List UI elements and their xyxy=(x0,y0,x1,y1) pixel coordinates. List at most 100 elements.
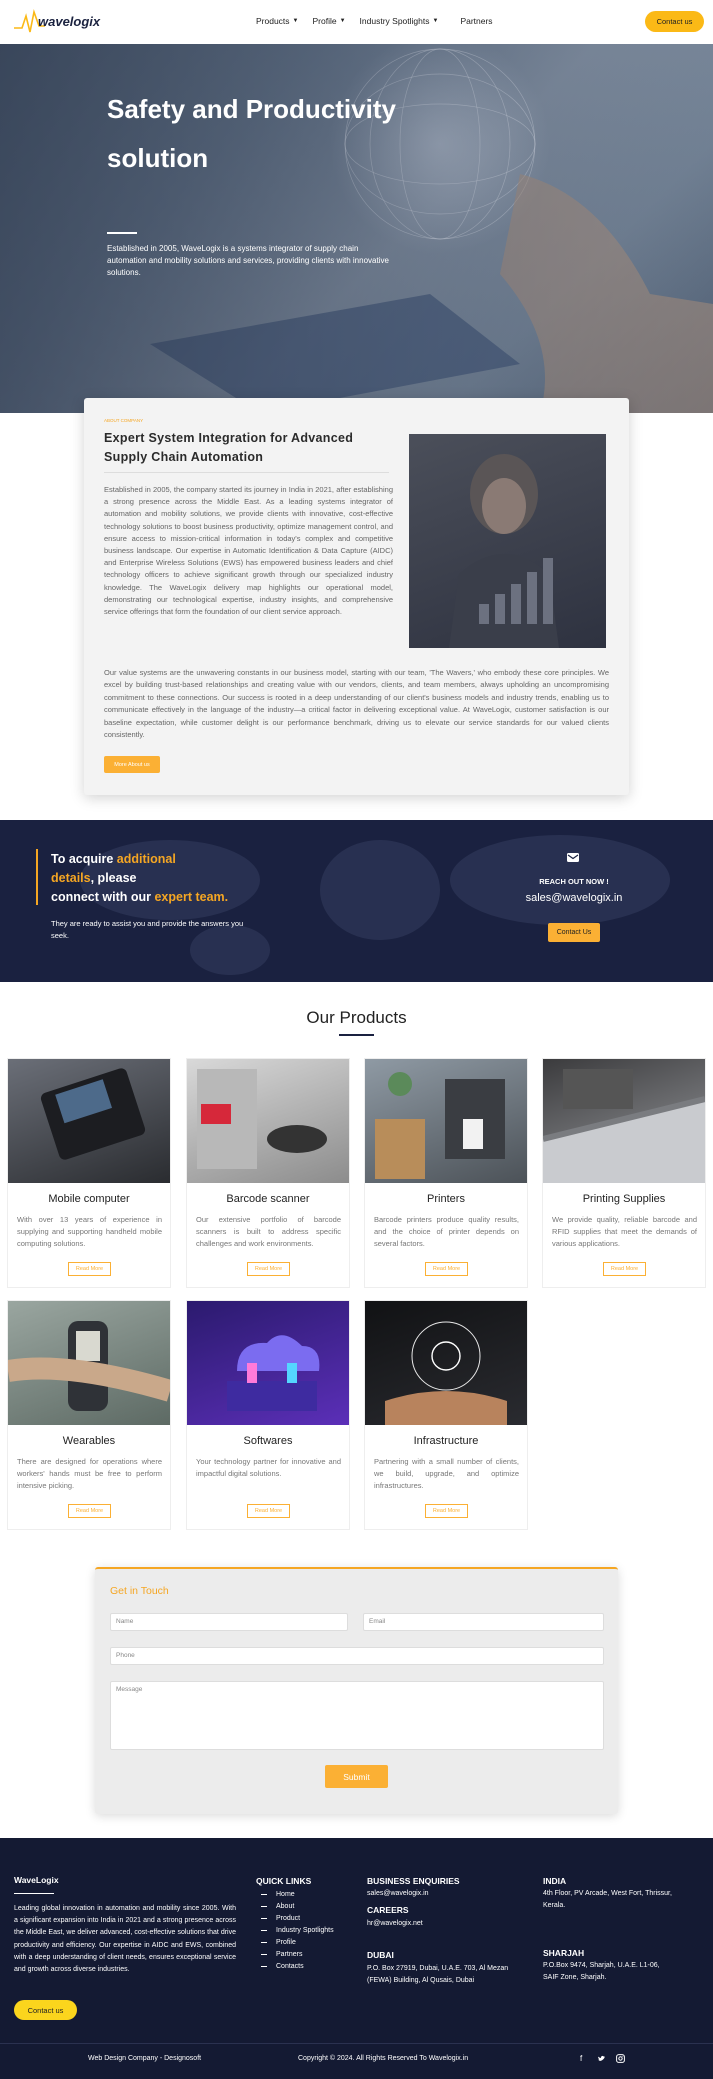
dash-icon xyxy=(261,1905,267,1908)
quick-link-label: Partners xyxy=(276,1951,303,1958)
facebook-icon[interactable]: f xyxy=(580,2054,582,2063)
phone-input[interactable]: Phone xyxy=(110,1647,604,1665)
email-input[interactable]: Email xyxy=(363,1613,604,1631)
about-title: Expert System Integration for Advanced S… xyxy=(104,431,354,464)
quick-link-profile[interactable]: Profile xyxy=(261,1939,296,1946)
sharjah-title: SHARJAH xyxy=(543,1948,585,1958)
cta-text-part: , please xyxy=(90,871,137,885)
sales-email-link[interactable]: sales@wavelogix.in xyxy=(500,892,648,904)
dash-icon xyxy=(261,1917,267,1920)
product-title: Wearables xyxy=(62,1435,116,1447)
nav-industry-label: Industry Spotlights xyxy=(359,16,430,26)
product-image xyxy=(543,1059,705,1183)
careers-title: CAREERS xyxy=(367,1905,409,1915)
business-enquiries-title: BUSINESS ENQUIRIES xyxy=(367,1876,460,1886)
about-tag: ABOUT COMPANY xyxy=(104,418,144,423)
footer-about: Leading global innovation in automation … xyxy=(14,1905,236,1974)
quick-link-label: Profile xyxy=(276,1939,296,1946)
read-more-button[interactable]: Read More xyxy=(68,1262,111,1276)
product-title: Printing Supplies xyxy=(582,1193,666,1205)
nav-partners[interactable]: Partners xyxy=(460,16,492,26)
dubai-title: DUBAI xyxy=(367,1950,394,1960)
read-more-button[interactable]: Read More xyxy=(603,1262,646,1276)
dubai-address: P.O. Box 27919, Dubai, U.A.E. 703, Al Me… xyxy=(367,1965,509,1984)
product-desc: We provide quality, reliable barcode and… xyxy=(552,1215,697,1249)
name-input[interactable]: Name xyxy=(110,1613,348,1631)
india-title: INDIA xyxy=(543,1876,567,1886)
more-about-button[interactable]: More About us xyxy=(104,756,160,773)
product-card-softwares[interactable]: Softwares Your technology partner for in… xyxy=(186,1300,350,1530)
product-desc: There are designed for operations where … xyxy=(17,1457,162,1491)
nav-profile[interactable]: Profile ▼ xyxy=(313,16,346,26)
cta-text-part: To acquire xyxy=(51,852,117,866)
message-textarea[interactable]: Message xyxy=(110,1681,604,1750)
designer-credit-link[interactable]: Web Design Company - Designosoft xyxy=(88,2055,201,2062)
about-paragraph-1: Established in 2005, the company started… xyxy=(104,485,393,617)
quick-link-about[interactable]: About xyxy=(261,1903,294,1910)
careers-email-link[interactable]: hr@wavelogix.net xyxy=(367,1918,423,1930)
quick-link-partners[interactable]: Partners xyxy=(261,1951,302,1958)
quick-link-label: Industry Spotlights xyxy=(276,1927,334,1934)
quick-link-label: Contacts xyxy=(276,1963,304,1970)
cta-heading: To acquire additional details, please co… xyxy=(51,850,261,907)
dash-icon xyxy=(261,1953,267,1956)
logo-text: wavelogix xyxy=(38,14,101,29)
product-desc: Partnering with a small number of client… xyxy=(374,1457,519,1491)
twitter-icon[interactable] xyxy=(597,2054,606,2065)
about-image xyxy=(409,434,606,648)
nav-partners-label: Partners xyxy=(460,16,493,26)
instagram-icon[interactable] xyxy=(616,2054,625,2065)
product-card-infrastructure[interactable]: Infrastructure Partnering with a small n… xyxy=(364,1300,528,1530)
hero-title: Safety and Productivity solution xyxy=(107,94,396,173)
products-title: Our Products xyxy=(306,1008,407,1027)
footer-brand-underline xyxy=(14,1893,54,1894)
reach-out-label: REACH OUT NOW ! xyxy=(539,877,609,886)
product-image xyxy=(8,1059,170,1183)
quick-links-title: QUICK LINKS xyxy=(256,1876,312,1886)
read-more-button[interactable]: Read More xyxy=(247,1504,290,1518)
dash-icon xyxy=(261,1941,267,1944)
footer-contact-button[interactable]: Contact us xyxy=(14,2000,77,2020)
cta-highlight: expert team. xyxy=(154,890,229,904)
cta-text-part: connect with our xyxy=(51,890,155,904)
india-address: 4th Floor, PV Arcade, West Fort, Thrissu… xyxy=(543,1890,672,1909)
product-card-barcode-scanner[interactable]: Barcode scanner Our extensive portfolio … xyxy=(186,1058,350,1288)
quick-link-label: Product xyxy=(276,1915,301,1922)
nav-industry-spotlights[interactable]: Industry Spotlights ▼ xyxy=(360,16,439,26)
header-contact-button[interactable]: Contact us xyxy=(645,11,704,32)
nav-products[interactable]: Products ▼ xyxy=(256,16,299,26)
read-more-button[interactable]: Read More xyxy=(68,1504,111,1518)
copyright-text: Copyright © 2024. All Rights Reserved To… xyxy=(298,2055,469,2062)
product-title: Printers xyxy=(427,1193,465,1205)
cta-contact-button[interactable]: Contact Us xyxy=(548,923,600,942)
quick-link-home[interactable]: Home xyxy=(261,1891,295,1898)
read-more-button[interactable]: Read More xyxy=(425,1262,468,1276)
quick-link-contacts[interactable]: Contacts xyxy=(261,1963,304,1970)
product-card-printers[interactable]: Printers Barcode printers produce qualit… xyxy=(364,1058,528,1288)
chevron-down-icon: ▼ xyxy=(432,18,439,24)
product-card-printing-supplies[interactable]: Printing Supplies We provide quality, re… xyxy=(542,1058,706,1288)
about-photo-illustration xyxy=(449,454,559,648)
quick-link-label: Home xyxy=(276,1891,295,1898)
products-underline xyxy=(339,1034,374,1036)
quick-link-industry-spotlights[interactable]: Industry Spotlights xyxy=(261,1927,334,1934)
dash-icon xyxy=(261,1929,267,1932)
cta-highlight: additional xyxy=(116,852,176,866)
quick-link-product[interactable]: Product xyxy=(261,1915,300,1922)
footer-brand: WaveLogix xyxy=(14,1875,59,1885)
about-paragraph-2: Our value systems are the unwavering con… xyxy=(104,668,609,740)
product-title: Softwares xyxy=(243,1435,293,1447)
read-more-button[interactable]: Read More xyxy=(425,1504,468,1518)
mail-icon xyxy=(567,853,579,862)
contact-form-title: Get in Touch xyxy=(110,1585,169,1597)
nav-products-label: Products xyxy=(256,16,290,26)
product-image xyxy=(365,1301,527,1425)
product-title: Infrastructure xyxy=(413,1435,479,1447)
read-more-button[interactable]: Read More xyxy=(247,1262,290,1276)
business-email-link[interactable]: sales@wavelogix.in xyxy=(367,1888,429,1900)
product-title: Barcode scanner xyxy=(226,1193,310,1205)
submit-button[interactable]: Submit xyxy=(325,1765,388,1788)
product-card-wearables[interactable]: Wearables There are designed for operati… xyxy=(7,1300,171,1530)
chevron-down-icon: ▼ xyxy=(292,18,299,24)
product-card-mobile-computer[interactable]: Mobile computer With over 13 years of ex… xyxy=(7,1058,171,1288)
